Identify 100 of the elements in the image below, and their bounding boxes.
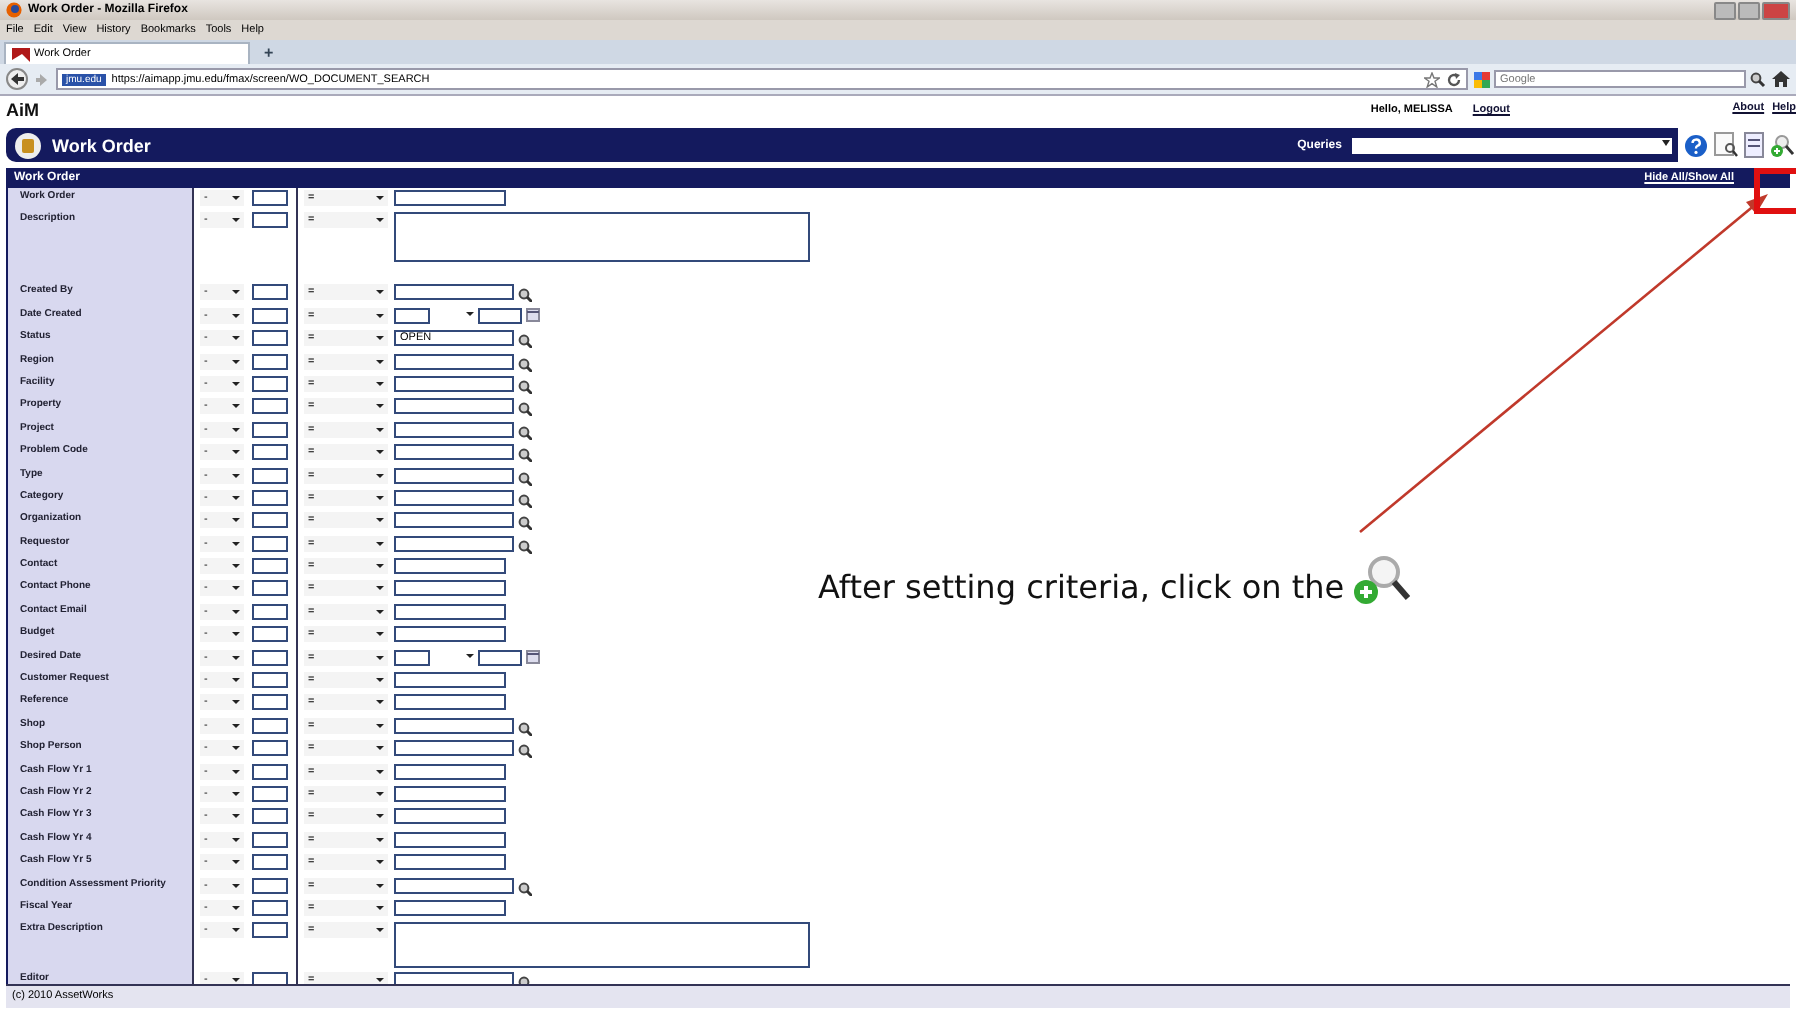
input-field[interactable] bbox=[252, 307, 288, 324]
text-area[interactable] bbox=[394, 922, 810, 969]
input-field[interactable] bbox=[252, 398, 288, 415]
input-field[interactable] bbox=[252, 899, 288, 916]
input-field[interactable] bbox=[394, 558, 506, 575]
input-field[interactable] bbox=[252, 972, 288, 984]
search-icon[interactable] bbox=[518, 881, 532, 896]
input-field[interactable] bbox=[252, 212, 288, 229]
search-icon[interactable] bbox=[518, 402, 532, 417]
queries-dropdown[interactable] bbox=[1352, 137, 1672, 153]
input-field[interactable] bbox=[252, 190, 288, 206]
input-field[interactable] bbox=[394, 190, 506, 206]
input-field[interactable] bbox=[394, 854, 506, 871]
search-icon[interactable] bbox=[1750, 71, 1766, 87]
search-icon[interactable] bbox=[518, 516, 532, 531]
add-search-icon bbox=[1350, 553, 1411, 605]
text-area[interactable] bbox=[394, 212, 810, 263]
input-field[interactable] bbox=[252, 740, 288, 757]
input-field[interactable] bbox=[252, 603, 288, 620]
input-field[interactable] bbox=[394, 649, 430, 666]
input-field[interactable] bbox=[394, 580, 506, 597]
close-button[interactable] bbox=[1762, 1, 1790, 19]
minimize-button[interactable] bbox=[1714, 1, 1736, 19]
input-field[interactable] bbox=[394, 467, 514, 484]
input-field[interactable] bbox=[252, 353, 288, 370]
input-field[interactable] bbox=[394, 375, 514, 392]
input-field[interactable] bbox=[394, 284, 514, 301]
input-field[interactable] bbox=[252, 284, 288, 301]
input-field[interactable] bbox=[394, 603, 506, 620]
input-field[interactable] bbox=[252, 785, 288, 802]
input-field[interactable] bbox=[252, 831, 288, 848]
input-field[interactable] bbox=[394, 808, 506, 825]
input-field[interactable] bbox=[252, 489, 288, 506]
document-search-icon[interactable] bbox=[1714, 132, 1738, 158]
input-field[interactable] bbox=[478, 307, 522, 324]
reload-icon[interactable] bbox=[1446, 71, 1462, 87]
input-field[interactable] bbox=[394, 489, 514, 506]
input-field[interactable] bbox=[394, 877, 514, 894]
search-icon[interactable] bbox=[518, 334, 532, 349]
search-icon[interactable] bbox=[518, 379, 532, 394]
input-field[interactable] bbox=[394, 899, 506, 916]
maximize-button[interactable] bbox=[1738, 1, 1760, 19]
search-icon[interactable] bbox=[518, 448, 532, 463]
input-field[interactable] bbox=[252, 535, 288, 552]
input-field[interactable] bbox=[252, 717, 288, 734]
search-icon[interactable] bbox=[518, 357, 532, 372]
input-field[interactable] bbox=[394, 785, 506, 802]
input-field[interactable] bbox=[394, 831, 506, 848]
new-tab-button[interactable]: + bbox=[256, 44, 282, 64]
search-icon[interactable] bbox=[518, 471, 532, 486]
input-field[interactable] bbox=[252, 694, 288, 711]
back-icon[interactable] bbox=[6, 68, 28, 90]
input-field[interactable] bbox=[252, 467, 288, 484]
input-field[interactable] bbox=[394, 398, 514, 415]
search-icon[interactable] bbox=[518, 288, 532, 303]
input-field[interactable] bbox=[252, 330, 288, 347]
input-field[interactable] bbox=[252, 375, 288, 392]
input-field[interactable] bbox=[252, 421, 288, 438]
search-icon[interactable] bbox=[518, 493, 532, 508]
help-icon[interactable] bbox=[1684, 133, 1708, 157]
input-field[interactable] bbox=[394, 717, 514, 734]
input-field[interactable] bbox=[394, 307, 430, 324]
search-icon[interactable] bbox=[518, 744, 532, 759]
input-field[interactable] bbox=[478, 649, 522, 666]
input-field[interactable] bbox=[394, 512, 514, 529]
add-search-icon[interactable] bbox=[1770, 133, 1794, 157]
input-field[interactable] bbox=[252, 922, 288, 939]
input-field[interactable] bbox=[394, 535, 514, 552]
input-field[interactable] bbox=[252, 580, 288, 597]
input-field[interactable] bbox=[252, 808, 288, 825]
caret-icon bbox=[232, 196, 240, 204]
caret-icon bbox=[376, 196, 384, 204]
input-field[interactable] bbox=[252, 854, 288, 871]
search-icon[interactable] bbox=[518, 721, 532, 736]
input-field[interactable] bbox=[394, 421, 514, 438]
calendar-icon[interactable] bbox=[526, 307, 540, 322]
calendar-icon[interactable] bbox=[526, 649, 540, 664]
star-icon[interactable] bbox=[1424, 71, 1440, 87]
list-document-icon[interactable] bbox=[1744, 132, 1764, 158]
input-field[interactable] bbox=[394, 353, 514, 370]
home-icon[interactable] bbox=[1772, 70, 1790, 88]
input-field[interactable] bbox=[252, 649, 288, 666]
input-field[interactable] bbox=[394, 444, 514, 461]
input-field[interactable] bbox=[394, 763, 506, 780]
input-field[interactable] bbox=[252, 626, 288, 643]
annotation-text: After setting criteria, click on the bbox=[818, 568, 1345, 606]
aim-logo: AiM bbox=[6, 100, 39, 120]
input-field[interactable] bbox=[252, 444, 288, 461]
input-field[interactable] bbox=[252, 512, 288, 529]
input-field[interactable] bbox=[394, 740, 514, 757]
input-field[interactable] bbox=[394, 694, 506, 711]
search-icon[interactable] bbox=[518, 425, 532, 440]
input-field[interactable] bbox=[252, 877, 288, 894]
search-icon[interactable] bbox=[518, 539, 532, 554]
input-field[interactable] bbox=[252, 558, 288, 575]
input-field[interactable] bbox=[252, 672, 288, 689]
input-field[interactable] bbox=[394, 972, 514, 984]
input-field[interactable] bbox=[394, 626, 506, 643]
input-field[interactable] bbox=[394, 672, 506, 689]
input-field[interactable] bbox=[252, 763, 288, 780]
